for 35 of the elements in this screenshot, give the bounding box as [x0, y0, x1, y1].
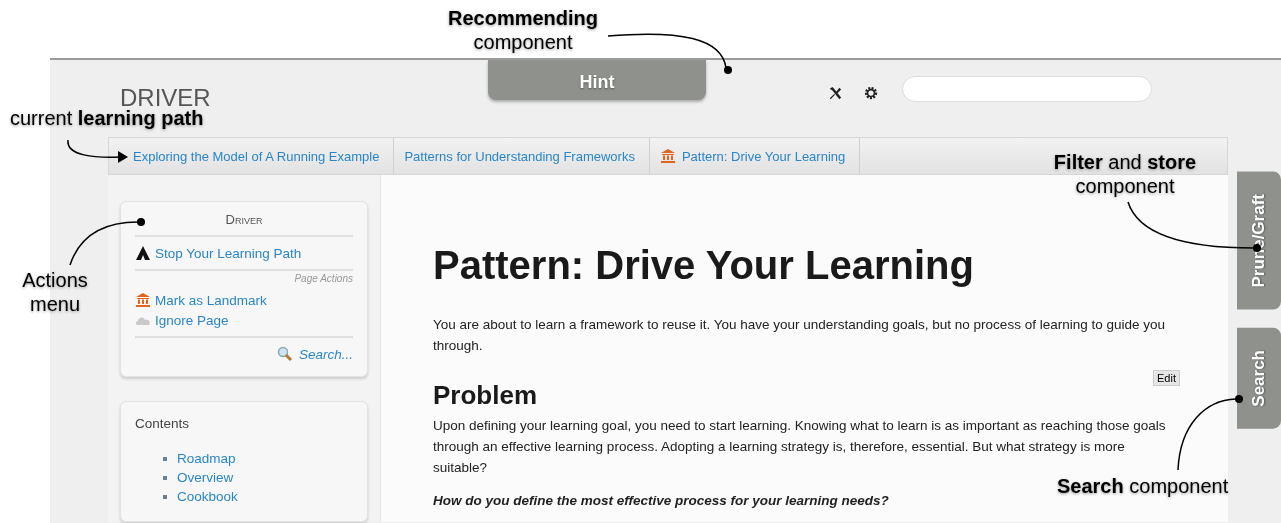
question-text: How do you define the most effective process for your learning needs?: [433, 492, 890, 510]
edit-button[interactable]: Edit: [1153, 370, 1180, 386]
search-field[interactable]: [902, 76, 1152, 102]
contents-link[interactable]: Roadmap: [177, 449, 236, 468]
bullet-icon: [163, 494, 167, 499]
action-link[interactable]: Ignore Page: [135, 310, 229, 330]
search-icon: [276, 346, 293, 362]
breadcrumb-link[interactable]: Patterns for Understanding Frameworks: [394, 138, 650, 174]
bullet-icon: [163, 475, 167, 480]
breadcrumb-link[interactable]: Pattern: Drive Your Learning: [649, 138, 861, 174]
annotation-label: Search component: [1057, 474, 1229, 498]
annotation-label: Actions menu: [22, 268, 88, 316]
intro-paragraph: You are about to learn a framework to reuse it. You have your understanding goals, but no process of learning to guide you through.: [433, 316, 1166, 355]
annotation-label: Filter and store component: [1053, 150, 1197, 198]
hint-tab[interactable]: Hint: [488, 60, 706, 100]
section-label: Page Actions: [293, 273, 353, 284]
side-tab[interactable]: Search: [1237, 327, 1281, 429]
contents-link[interactable]: Overview: [177, 468, 234, 487]
contents-link[interactable]: Cookbook: [177, 487, 238, 506]
columns-building-icon: [659, 148, 676, 164]
side-tab[interactable]: Prune/Graft: [1237, 172, 1281, 310]
tent-icon: [135, 245, 151, 261]
bullet-icon: [163, 456, 167, 461]
section-heading: Problem: [433, 380, 539, 411]
columns-building-icon: [135, 292, 151, 308]
settings-icon[interactable]: [864, 86, 878, 100]
annotation-label: current learning path: [10, 106, 204, 130]
card-title: Contents: [135, 416, 191, 431]
section-paragraph: Upon defining your learning goal, you need to start learning. Knowing what to learn is as important as reaching those goals through an effective learning process. Adopting a learning strategy is, therefore, essential. But what strategy is more suitable?: [433, 417, 1167, 477]
search-link[interactable]: Search...: [276, 338, 353, 366]
action-link[interactable]: Mark as Landmark: [135, 290, 267, 310]
annotation-label: Recommending component: [448, 6, 598, 54]
page-title: Pattern: Drive Your Learning: [433, 243, 975, 288]
action-link[interactable]: Stop Your Learning Path: [135, 243, 302, 263]
leader-line: [67, 139, 128, 163]
